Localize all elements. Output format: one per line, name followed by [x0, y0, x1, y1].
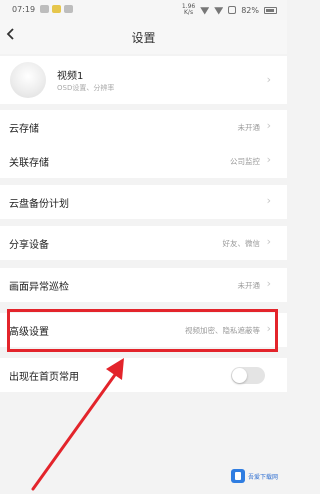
- watermark: 吾爱下载网: [231, 466, 283, 486]
- watermark-text: 吾爱下载网: [248, 473, 279, 481]
- annotation-arrow: [31, 358, 124, 491]
- watermark-logo-icon: [231, 469, 245, 483]
